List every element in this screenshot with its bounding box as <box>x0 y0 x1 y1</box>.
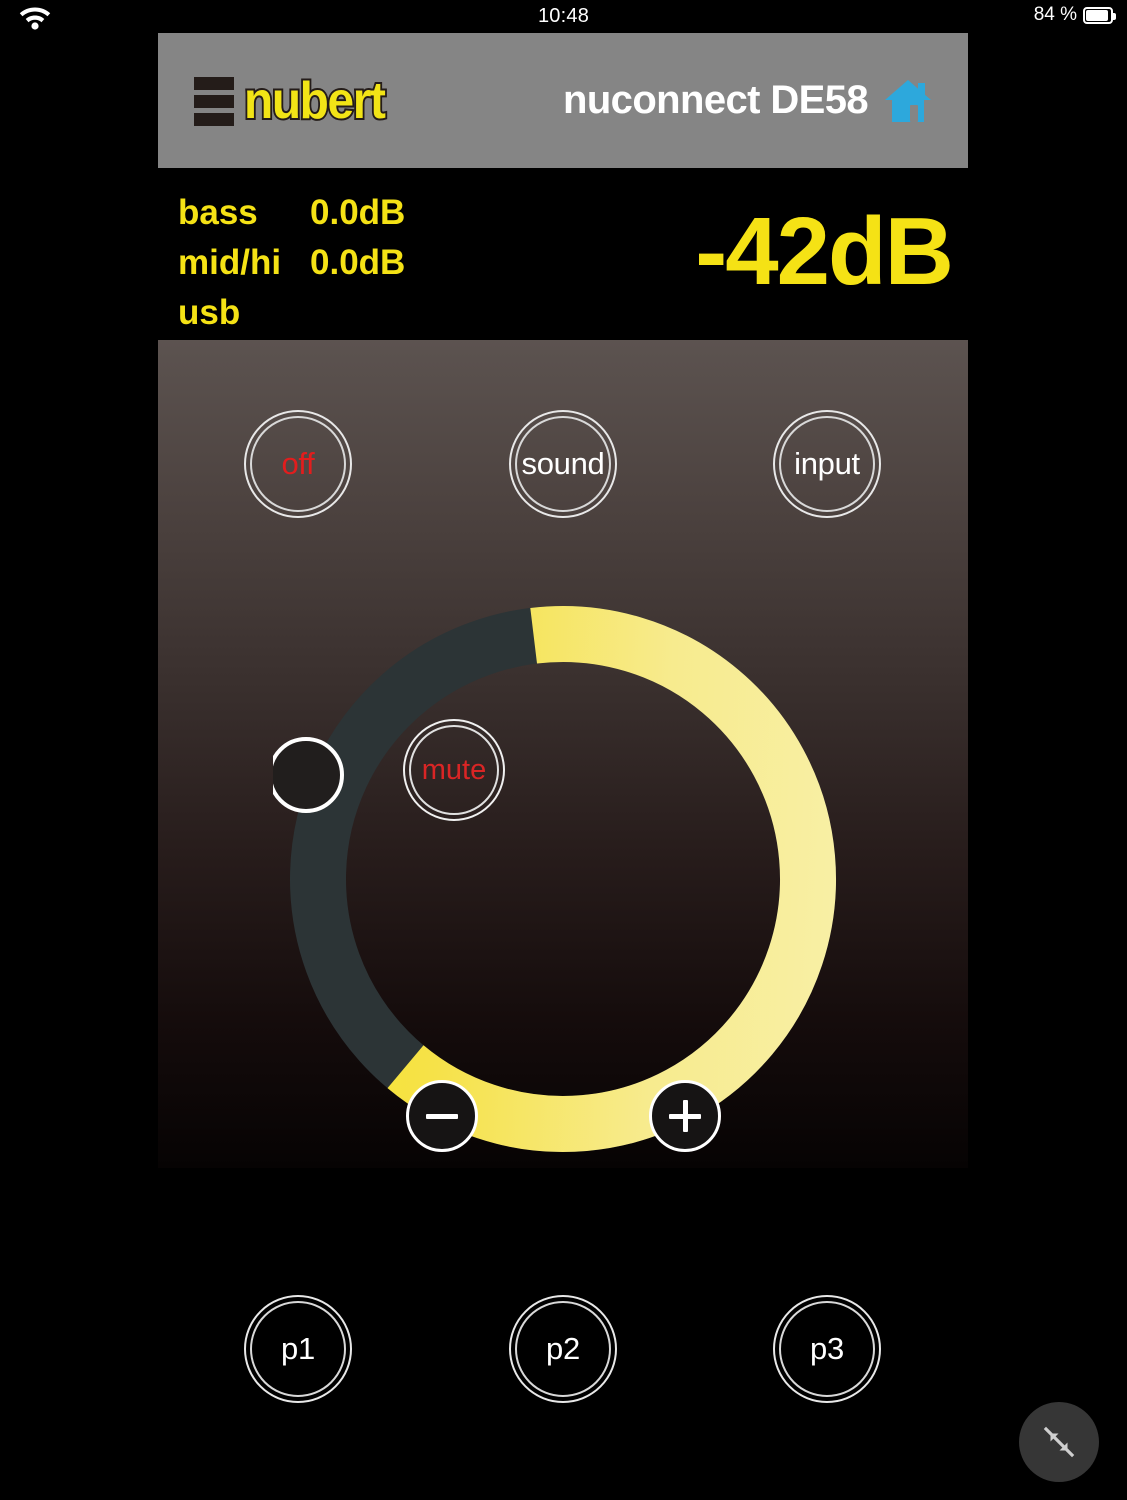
device-title[interactable]: nuconnect DE58 <box>563 75 934 127</box>
sound-label: sound <box>521 446 605 481</box>
volume-dial[interactable] <box>273 589 853 1168</box>
shrink-icon <box>1039 1422 1079 1462</box>
status-bar-clock: 10:48 <box>537 5 590 27</box>
info-row: usb <box>178 288 405 338</box>
preset-label-p3: p3 <box>810 1331 844 1366</box>
volume-ring-handle[interactable] <box>273 737 344 813</box>
battery-percent-label: 84 % <box>1033 4 1077 25</box>
info-row: mid/hi 0.0dB <box>178 238 405 288</box>
brand-logo: nubert <box>194 71 397 130</box>
mute-label: mute <box>421 753 487 786</box>
info-rows: bass 0.0dB mid/hi 0.0dB usb <box>178 188 405 338</box>
info-value-bass: 0.0dB <box>310 193 406 232</box>
volume-up-button[interactable] <box>649 1080 721 1152</box>
app-header: nubert nuconnect DE58 <box>158 33 968 168</box>
status-bar: 10:48 84 % <box>0 0 1127 34</box>
info-strip: bass 0.0dB mid/hi 0.0dB usb -42dB <box>158 168 968 340</box>
device-name-label: nuconnect DE58 <box>563 78 869 122</box>
volume-down-button[interactable] <box>406 1080 478 1152</box>
preset-button-p3[interactable]: p3 <box>773 1295 881 1403</box>
info-label-source: usb <box>178 293 241 332</box>
brand-bars-icon <box>194 77 234 126</box>
brand-bar-2 <box>194 95 234 108</box>
info-label-bass: bass <box>178 193 258 232</box>
brand-name: nubert <box>242 71 388 130</box>
sound-button[interactable]: sound <box>509 410 617 518</box>
minus-icon <box>426 1100 458 1132</box>
brand-bar-3 <box>194 113 234 126</box>
preset-label-p2: p2 <box>546 1331 580 1366</box>
volume-ring-track <box>290 606 836 1152</box>
info-row: bass 0.0dB <box>178 188 405 238</box>
home-icon[interactable] <box>882 75 934 127</box>
preset-row: p1 p2 p3 <box>158 1285 968 1415</box>
preset-button-p2[interactable]: p2 <box>509 1295 617 1403</box>
power-off-button[interactable]: off <box>244 410 352 518</box>
preset-button-p1[interactable]: p1 <box>244 1295 352 1403</box>
info-label-midhi: mid/hi <box>178 243 282 282</box>
battery-fill <box>1086 9 1108 21</box>
battery-icon <box>1083 6 1116 24</box>
plus-icon <box>669 1100 701 1132</box>
brand-bar-1 <box>194 77 234 90</box>
control-panel: off sound input mute <box>158 340 968 1168</box>
info-value-midhi: 0.0dB <box>310 243 406 282</box>
shrink-button[interactable] <box>1019 1402 1099 1482</box>
input-label: input <box>794 446 860 481</box>
volume-ring-fill <box>289 606 836 1152</box>
power-off-label: off <box>281 446 315 481</box>
input-button[interactable]: input <box>773 410 881 518</box>
volume-ring-graphic[interactable] <box>273 589 853 1168</box>
mute-button[interactable]: mute <box>403 719 505 821</box>
status-bar-battery: 84 % <box>1033 4 1116 26</box>
preset-label-p1: p1 <box>281 1331 315 1366</box>
volume-readout: -42dB <box>695 198 954 305</box>
